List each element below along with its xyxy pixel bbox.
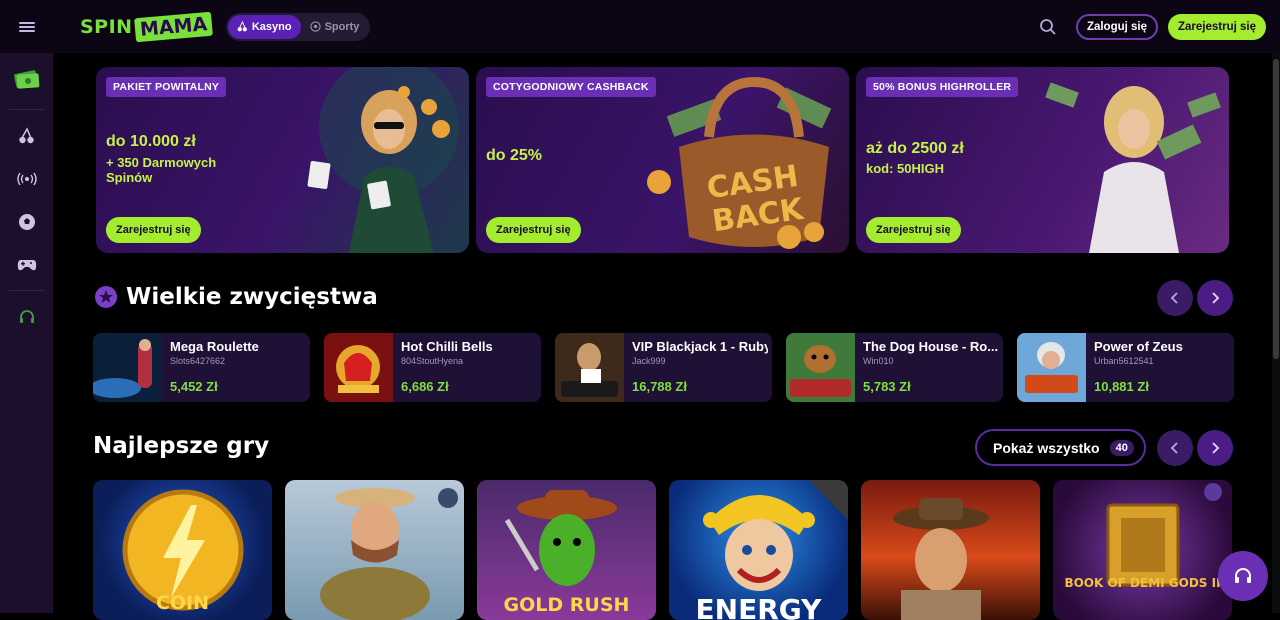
dog-house-thumbnail xyxy=(786,333,855,402)
big-win-amount: 10,881 Zł xyxy=(1094,379,1149,394)
game-tile-title: ENERGY xyxy=(695,593,822,620)
big-win-card[interactable]: Mega Roulette Slots6427662 5,452 Zł xyxy=(93,333,310,402)
tab-casino[interactable]: Kasyno xyxy=(227,14,301,39)
game-tile-adventurer[interactable] xyxy=(861,480,1040,620)
big-win-amount: 5,783 Zł xyxy=(863,379,911,394)
promo-tag: 50% BONUS HIGHROLLER xyxy=(866,77,1019,97)
game-tile-title: BOOK OF DEMI GODS II xyxy=(1064,576,1221,590)
cash-icon[interactable] xyxy=(0,53,53,105)
big-win-card[interactable]: Hot Chilli Bells 804StoutHyena 6,686 Zł xyxy=(324,333,541,402)
promo-register-button[interactable]: Zarejestruj się xyxy=(486,217,581,243)
big-win-user: 804StoutHyena xyxy=(401,356,464,366)
promo-register-button[interactable]: Zarejestruj się xyxy=(106,217,201,243)
search-icon[interactable] xyxy=(1036,15,1060,39)
big-win-user: Urban5612541 xyxy=(1094,356,1154,366)
big-wins-next-button[interactable] xyxy=(1197,280,1233,316)
login-button[interactable]: Zaloguj się xyxy=(1075,13,1159,40)
explorer-art xyxy=(893,498,989,620)
sidebar-divider xyxy=(8,290,45,291)
promo-sub: + 350 Darmowych xyxy=(106,155,217,170)
game-tile-big-bass[interactable] xyxy=(285,480,464,620)
hot-chilli-bells-thumbnail xyxy=(324,333,393,402)
show-all-count: 40 xyxy=(1109,439,1134,456)
cashback-bag-image: CASH BACK xyxy=(647,76,832,249)
show-all-label: Pokaż wszystko xyxy=(993,439,1100,456)
star-icon xyxy=(95,286,117,308)
main-content: PAKIET POWITALNY do 10.000 zł + 350 Darm… xyxy=(53,53,1280,620)
promo-register-button[interactable]: Zarejestruj się xyxy=(866,217,961,243)
fisherman-art xyxy=(320,488,458,620)
big-win-amount: 6,686 Zł xyxy=(401,379,449,394)
top-games-title-row: Najlepsze gry xyxy=(93,433,269,459)
vip-blackjack-thumbnail xyxy=(555,333,624,402)
game-tile-title: COIN xyxy=(155,592,210,614)
promo-woman-image xyxy=(307,67,459,253)
scrollbar[interactable] xyxy=(1272,53,1280,613)
top-games-title: Najlepsze gry xyxy=(93,433,270,459)
big-win-user: Jack999 xyxy=(632,356,666,366)
big-win-user: Slots6427662 xyxy=(170,356,226,366)
sidebar-divider xyxy=(8,109,45,110)
chevron-right-icon xyxy=(1212,292,1220,304)
big-win-game-name: Hot Chilli Bells xyxy=(401,339,493,354)
logo-mama: MAMA xyxy=(133,11,213,42)
promo-headline: do 10.000 zł xyxy=(106,133,196,150)
menu-icon[interactable] xyxy=(0,0,53,53)
tab-sports-label: Sporty xyxy=(324,20,360,33)
show-all-button[interactable]: Pokaż wszystko 40 xyxy=(975,429,1146,466)
big-win-card[interactable]: VIP Blackjack 1 - Ruby Jack999 16,788 Zł xyxy=(555,333,772,402)
top-games-next-button[interactable] xyxy=(1197,430,1233,466)
promo-headline: do 25% xyxy=(486,147,543,164)
big-wins-title: Wielkie zwycięstwa xyxy=(126,284,378,310)
support-chat-button[interactable] xyxy=(1218,551,1268,601)
big-win-game-name: VIP Blackjack 1 - Ruby xyxy=(632,339,768,354)
big-win-card[interactable]: The Dog House - Ro... Win010 5,783 Zł xyxy=(786,333,1003,402)
promo-tag: PAKIET POWITALNY xyxy=(106,77,227,97)
logo-spin: SPIN xyxy=(80,15,133,38)
gamepad-icon[interactable] xyxy=(0,243,53,286)
big-win-amount: 5,452 Zł xyxy=(170,379,218,394)
power-of-zeus-thumbnail xyxy=(1017,333,1086,402)
cherry-icon xyxy=(237,21,247,32)
game-tile-energy[interactable]: ENERGY xyxy=(669,480,848,620)
game-tile-coin-strike[interactable]: COIN xyxy=(93,480,272,620)
big-wins-title-row: Wielkie zwycięstwa xyxy=(94,284,378,310)
golden-book-art xyxy=(1106,483,1222,587)
football-icon xyxy=(309,21,321,32)
promo-banner-cashback[interactable]: CASH BACK COTYGODNIOWY CASHBACK do 25% Z… xyxy=(476,67,849,253)
tab-sports[interactable]: Sporty xyxy=(301,15,369,39)
promo-woman-white-suit-image xyxy=(1045,82,1221,253)
big-win-game-name: The Dog House - Ro... xyxy=(863,339,999,354)
promo-sub: kod: 50HIGH xyxy=(866,161,945,176)
live-icon[interactable] xyxy=(0,157,53,200)
big-win-card[interactable]: Power of Zeus Urban5612541 10,881 Zł xyxy=(1017,333,1234,402)
game-tile-gold-rush[interactable]: GOLD RUSH xyxy=(477,480,656,620)
promo-banner-highroller[interactable]: 50% BONUS HIGHROLLER aż do 2500 zł kod: … xyxy=(856,67,1229,253)
big-win-amount: 16,788 Zł xyxy=(632,379,687,394)
game-tile-book-of-demi-gods[interactable]: BOOK OF DEMI GODS II xyxy=(1053,480,1232,620)
sidebar xyxy=(0,53,53,613)
headset-icon xyxy=(1235,568,1251,583)
mode-switch: Kasyno Sporty xyxy=(225,12,371,41)
top-games-prev-button[interactable] xyxy=(1157,430,1193,466)
big-wins-prev-button[interactable] xyxy=(1157,280,1193,316)
big-win-user: Win010 xyxy=(863,356,894,366)
promo-sub: Spinów xyxy=(106,170,153,185)
promo-banner-welcome[interactable]: PAKIET POWITALNY do 10.000 zł + 350 Darm… xyxy=(96,67,469,253)
big-win-game-name: Mega Roulette xyxy=(170,339,259,354)
chevron-left-icon xyxy=(1170,292,1178,304)
tab-casino-label: Kasyno xyxy=(251,20,292,33)
promo-tag: COTYGODNIOWY CASHBACK xyxy=(486,77,656,97)
cherry-icon[interactable] xyxy=(0,114,53,157)
big-win-game-name: Power of Zeus xyxy=(1094,339,1183,354)
headset-icon[interactable] xyxy=(0,295,53,338)
promo-headline: aż do 2500 zł xyxy=(866,140,964,157)
mega-roulette-thumbnail xyxy=(93,333,162,402)
chevron-left-icon xyxy=(1170,442,1178,454)
football-icon[interactable] xyxy=(0,200,53,243)
chevron-right-icon xyxy=(1212,442,1220,454)
register-button[interactable]: Zarejestruj się xyxy=(1168,13,1266,40)
logo[interactable]: SPIN MAMA xyxy=(80,11,213,43)
top-bar: SPIN MAMA Kasyno Sporty Zaloguj się Zare… xyxy=(0,0,1280,53)
